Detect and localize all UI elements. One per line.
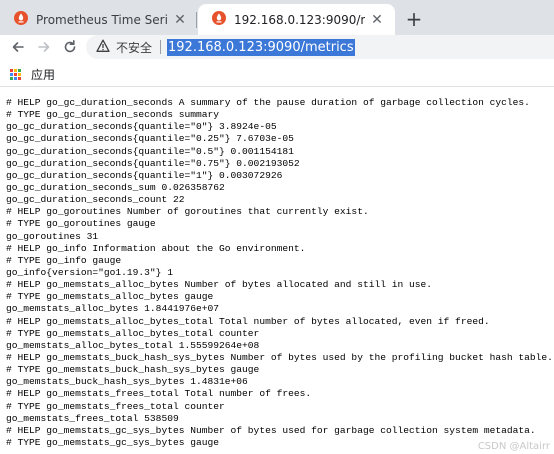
prometheus-favicon-icon xyxy=(14,11,28,28)
page-content: # HELP go_gc_duration_seconds A summary … xyxy=(0,87,554,454)
metric-comment-line: # TYPE go_memstats_alloc_bytes gauge xyxy=(6,291,214,303)
address-bar[interactable]: 不安全 192.168.0.123:9090/metrics xyxy=(86,35,554,59)
tab-strip: Prometheus Time Series Collection ✕ 192.… xyxy=(0,0,554,35)
metric-comment-line: # TYPE go_memstats_alloc_bytes_total cou… xyxy=(6,327,260,339)
tab-prometheus-collection[interactable]: Prometheus Time Series Collection ✕ xyxy=(0,4,198,35)
prometheus-favicon-icon xyxy=(212,11,226,28)
csdn-watermark: CSDN @Altairr xyxy=(477,441,550,452)
metric-comment-line: # TYPE go_memstats_buck_hash_sys_bytes g… xyxy=(6,364,260,376)
metric-value-line: go_info{version="go1.19.3"} 1 xyxy=(6,266,173,278)
metric-value-line: go_memstats_alloc_bytes_total 1.55599264… xyxy=(6,339,260,351)
metric-comment-line: # HELP go_info Information about the Go … xyxy=(6,242,306,254)
metric-comment-line: # HELP go_memstats_frees_total Total num… xyxy=(6,388,312,400)
metric-value-line: go_memstats_alloc_bytes 1.8441976e+07 xyxy=(6,303,220,315)
metric-comment-line: # HELP go_memstats_gc_sys_bytes Number o… xyxy=(6,424,536,436)
apps-grid-icon xyxy=(10,69,21,80)
metric-comment-line: # HELP go_goroutines Number of goroutine… xyxy=(6,206,369,218)
metric-value-line: go_memstats_frees_total 538509 xyxy=(6,412,179,424)
metric-value-line: go_gc_duration_seconds{quantile="0.5"} 0… xyxy=(6,145,294,157)
metric-comment-line: # HELP go_gc_duration_seconds A summary … xyxy=(6,97,530,108)
metric-value-line: go_gc_duration_seconds{quantile="0"} 3.8… xyxy=(6,121,277,133)
url-text[interactable]: 192.168.0.123:9090/metrics xyxy=(167,38,355,56)
metric-value-line: go_gc_duration_seconds_count 22 xyxy=(6,194,185,206)
not-secure-warning-icon[interactable] xyxy=(96,38,110,57)
metric-value-line: go_memstats_buck_hash_sys_bytes 1.4831e+… xyxy=(6,376,248,388)
apps-shortcut[interactable]: 应用 xyxy=(10,66,55,83)
metric-comment-line: # TYPE go_gc_duration_seconds summary xyxy=(6,109,220,121)
apps-label: 应用 xyxy=(31,68,56,82)
metric-value-line: go_gc_duration_seconds{quantile="0.25"} … xyxy=(6,133,294,145)
browser-toolbar: 不安全 192.168.0.123:9090/metrics xyxy=(0,35,554,59)
metric-value-line: go_gc_duration_seconds{quantile="0.75"} … xyxy=(6,157,300,169)
metric-value-line: go_goroutines 31 xyxy=(6,230,99,242)
close-icon[interactable]: ✕ xyxy=(168,12,192,28)
address-separator xyxy=(160,40,162,54)
metric-comment-line: # TYPE go_info gauge xyxy=(6,254,122,266)
metric-comment-line: # HELP go_memstats_alloc_bytes Number of… xyxy=(6,279,433,291)
metric-comment-line: # TYPE go_memstats_gc_sys_bytes gauge xyxy=(6,436,220,448)
bookmarks-bar: 应用 xyxy=(0,59,554,87)
metric-comment-line: # HELP go_memstats_alloc_bytes_total Tot… xyxy=(6,315,490,327)
close-icon[interactable]: ✕ xyxy=(365,12,389,28)
tab-metrics[interactable]: 192.168.0.123:9090/metrics ✕ xyxy=(198,4,395,35)
metric-value-line: go_gc_duration_seconds_sum 0.026358762 xyxy=(6,181,225,193)
reload-icon[interactable] xyxy=(58,35,82,59)
metrics-text: # HELP go_gc_duration_seconds A summary … xyxy=(0,87,554,449)
not-secure-label[interactable]: 不安全 xyxy=(116,39,152,56)
tab-separator xyxy=(196,12,197,28)
new-tab-plus-icon[interactable]: + xyxy=(402,7,426,31)
metric-comment-line: # TYPE go_goroutines gauge xyxy=(6,218,156,230)
back-arrow-icon[interactable] xyxy=(6,35,30,59)
metric-comment-line: # HELP go_memstats_buck_hash_sys_bytes N… xyxy=(6,351,553,363)
forward-arrow-icon[interactable] xyxy=(32,35,56,59)
tab-title: Prometheus Time Series Collection xyxy=(36,12,168,27)
tab-title: 192.168.0.123:9090/metrics xyxy=(234,12,365,27)
metric-value-line: go_gc_duration_seconds{quantile="1"} 0.0… xyxy=(6,169,283,181)
metric-comment-line: # TYPE go_memstats_frees_total counter xyxy=(6,400,225,412)
